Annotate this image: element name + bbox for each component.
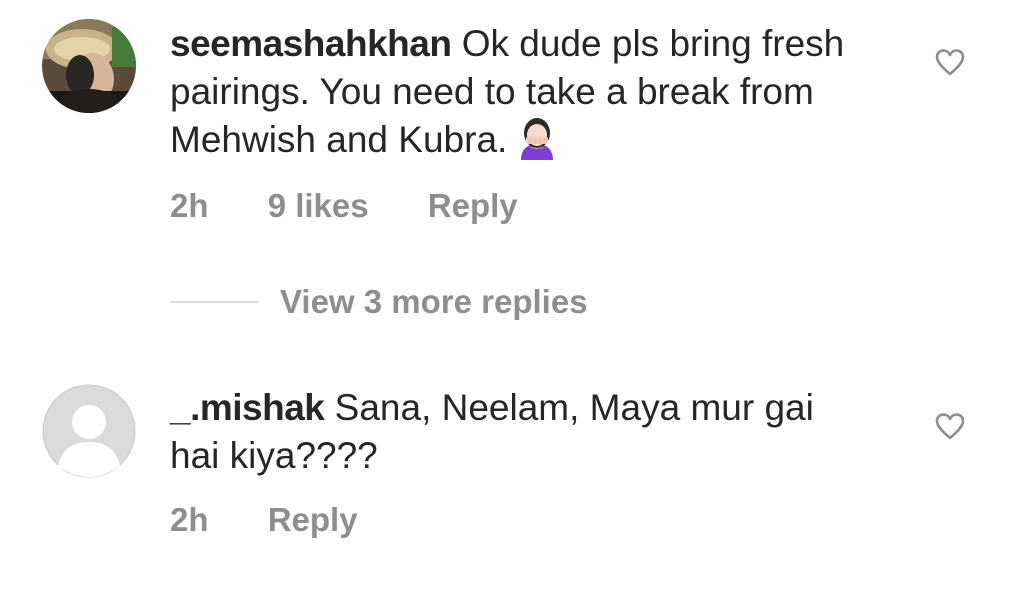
reply-button[interactable]: Reply bbox=[428, 187, 518, 224]
heart-outline-icon[interactable] bbox=[934, 412, 966, 440]
comment-body: seemashahkhan Ok dude pls bring fresh pa… bbox=[170, 20, 870, 164]
heart-outline-icon[interactable] bbox=[934, 48, 966, 76]
comment-item: _.mishak Sana, Neelam, Maya mur gai hai … bbox=[0, 360, 1024, 560]
comment-body: _.mishak Sana, Neelam, Maya mur gai hai … bbox=[170, 384, 870, 480]
comment-meta: 2h 9 likes Reply bbox=[170, 186, 568, 226]
reply-button[interactable]: Reply bbox=[268, 501, 358, 538]
comment-username[interactable]: _.mishak bbox=[170, 387, 325, 428]
avatar[interactable] bbox=[42, 384, 136, 478]
default-avatar bbox=[42, 384, 136, 478]
profile-photo bbox=[42, 19, 136, 113]
replies-divider-line bbox=[170, 301, 258, 303]
face-palm-emoji bbox=[515, 116, 559, 160]
comment-time: 2h bbox=[170, 501, 209, 538]
avatar[interactable] bbox=[42, 19, 136, 113]
comment-meta: 2h Reply bbox=[170, 500, 408, 540]
comment-username[interactable]: seemashahkhan bbox=[170, 23, 452, 64]
comment-time: 2h bbox=[170, 187, 209, 224]
view-more-replies-label: View 3 more replies bbox=[280, 283, 588, 320]
view-more-replies-button[interactable]: View 3 more replies bbox=[170, 282, 588, 322]
comment-item: seemashahkhan Ok dude pls bring fresh pa… bbox=[0, 0, 1024, 260]
comment-likes[interactable]: 9 likes bbox=[268, 187, 369, 224]
